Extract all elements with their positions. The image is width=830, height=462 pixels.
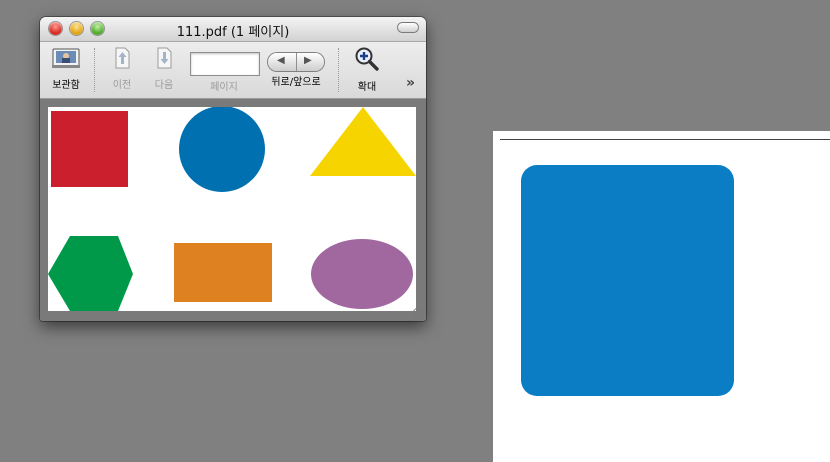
page-label: 페이지 bbox=[210, 82, 238, 93]
back-forward-control: ◀ ▶ bbox=[268, 53, 324, 71]
yellow-triangle-shape bbox=[310, 107, 416, 176]
back-arrow-icon[interactable]: ◀ bbox=[277, 55, 285, 66]
previous-button[interactable]: 이전 bbox=[104, 46, 140, 91]
red-square-shape bbox=[51, 111, 128, 187]
page-number-input[interactable] bbox=[190, 52, 260, 76]
preview-window: 111.pdf (1 페이지) 보관함 이전 다음 페이지 ◀ ▶ 뒤로/앞으로… bbox=[40, 17, 426, 321]
toolbar-separator bbox=[94, 48, 96, 92]
next-button[interactable]: 다음 bbox=[146, 46, 182, 91]
pdf-page-shapes bbox=[48, 107, 416, 311]
toolbar: 보관함 이전 다음 페이지 ◀ ▶ 뒤로/앞으로 확대 » bbox=[40, 42, 426, 99]
window-title: 111.pdf (1 페이지) bbox=[176, 25, 290, 40]
toolbar-toggle-button[interactable] bbox=[398, 23, 418, 32]
drawer-button[interactable]: 보관함 bbox=[46, 46, 86, 91]
document-viewer[interactable] bbox=[40, 99, 426, 321]
up-arrow-page-icon bbox=[115, 47, 130, 69]
next-label: 다음 bbox=[154, 80, 174, 91]
toolbar-overflow-icon[interactable]: » bbox=[406, 75, 415, 91]
blue-rounded-square bbox=[521, 165, 734, 396]
down-arrow-page-icon bbox=[157, 47, 172, 69]
zoom-in-button[interactable]: 확대 bbox=[350, 46, 384, 93]
drawer-label: 보관함 bbox=[52, 80, 80, 91]
title-bar[interactable]: 111.pdf (1 페이지) bbox=[40, 17, 426, 42]
forward-arrow-icon[interactable]: ▶ bbox=[304, 55, 312, 66]
zoom-label: 확대 bbox=[357, 82, 377, 93]
page-divider-line bbox=[500, 139, 830, 140]
back-forward-label: 뒤로/앞으로 bbox=[271, 77, 321, 88]
page-tool: 페이지 bbox=[190, 46, 260, 93]
green-hexagon-shape bbox=[48, 236, 133, 311]
orange-rectangle-shape bbox=[174, 243, 272, 302]
pdf-page bbox=[48, 107, 416, 311]
blue-circle-shape bbox=[179, 107, 265, 192]
enlarged-pdf-page bbox=[493, 131, 830, 462]
resize-grip[interactable] bbox=[413, 308, 424, 319]
previous-label: 이전 bbox=[112, 80, 132, 91]
magnifier-plus-icon bbox=[355, 47, 379, 71]
back-forward-tool: ◀ ▶ 뒤로/앞으로 bbox=[264, 46, 328, 88]
purple-ellipse-shape bbox=[311, 239, 413, 309]
drawer-photo-icon bbox=[52, 48, 80, 68]
toolbar-separator bbox=[338, 48, 340, 92]
